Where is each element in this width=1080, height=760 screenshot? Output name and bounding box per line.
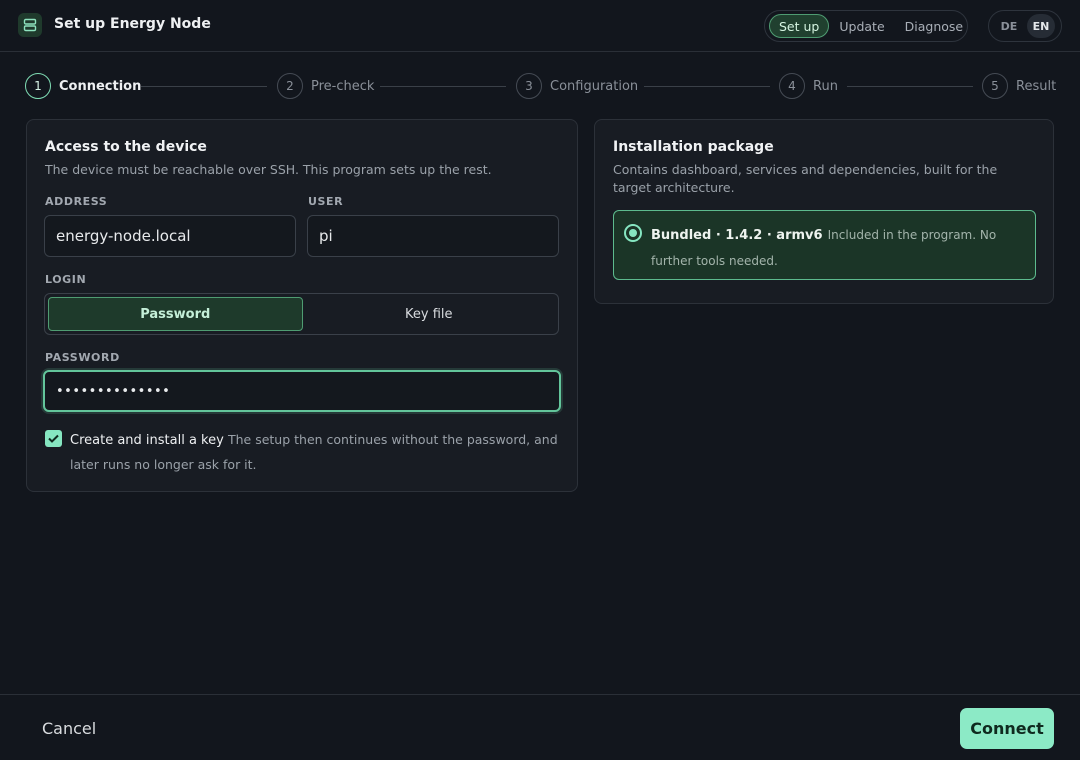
step-connection: 1 Connection <box>25 72 141 100</box>
language-switcher: DE EN <box>988 10 1062 42</box>
server-icon <box>18 13 42 37</box>
package-title: Installation package <box>613 139 774 155</box>
wizard-stepper: 1 Connection 2 Pre-check 3 Configuration… <box>25 72 1056 100</box>
login-keyfile-option[interactable]: Key file <box>303 297 556 331</box>
user-label: USER <box>308 195 344 208</box>
step-number: 3 <box>516 73 542 99</box>
mode-setup-button[interactable]: Set up <box>769 14 830 38</box>
step-label: Pre-check <box>311 78 375 94</box>
address-input[interactable]: energy-node.local <box>44 215 296 257</box>
package-option-text: Bundled · 1.4.2 · armv6 Included in the … <box>651 222 1021 273</box>
step-configuration: 3 Configuration <box>516 72 638 100</box>
package-name: Bundled · 1.4.2 · armv6 <box>651 228 823 243</box>
step-run: 4 Run <box>779 72 838 100</box>
install-key-label: Create and install a key The setup then … <box>70 428 560 478</box>
step-number: 2 <box>277 73 303 99</box>
step-number: 4 <box>779 73 805 99</box>
install-key-checkbox[interactable] <box>45 430 62 447</box>
lang-de-button[interactable]: DE <box>995 14 1023 38</box>
access-description: The device must be reachable over SSH. T… <box>45 162 492 177</box>
login-method-toggle: Password Key file <box>44 293 559 335</box>
wizard-footer: Cancel Connect <box>0 694 1080 760</box>
step-pre-check: 2 Pre-check <box>277 72 374 100</box>
login-password-option[interactable]: Password <box>48 297 303 331</box>
password-input[interactable]: •••••••••••••• <box>43 370 561 412</box>
access-title: Access to the device <box>45 139 207 155</box>
mode-switcher: Set up Update Diagnose <box>764 10 968 42</box>
login-label: LOGIN <box>45 273 87 286</box>
app-title: Set up Energy Node <box>54 16 211 32</box>
step-number: 1 <box>25 73 51 99</box>
app-header: Set up Energy Node Set up Update Diagnos… <box>0 0 1080 52</box>
access-card: Access to the device The device must be … <box>26 119 578 492</box>
lang-en-button[interactable]: EN <box>1027 14 1055 38</box>
step-connector <box>644 86 770 87</box>
step-label: Connection <box>59 78 142 94</box>
install-key-title: Create and install a key <box>70 433 224 448</box>
radio-dot <box>629 229 637 237</box>
step-label: Configuration <box>550 78 639 94</box>
step-label: Run <box>813 78 838 94</box>
step-label: Result <box>1016 78 1057 94</box>
step-connector <box>847 86 973 87</box>
mode-update-button[interactable]: Update <box>829 14 894 38</box>
step-result: 5 Result <box>982 72 1056 100</box>
package-radio[interactable] <box>624 224 642 242</box>
step-connector <box>380 86 506 87</box>
step-connector <box>141 86 267 87</box>
step-number: 5 <box>982 73 1008 99</box>
checkmark-icon <box>48 434 59 443</box>
cancel-button[interactable]: Cancel <box>42 719 96 738</box>
connect-button[interactable]: Connect <box>960 708 1054 749</box>
address-label: ADDRESS <box>45 195 108 208</box>
mode-diagnose-button[interactable]: Diagnose <box>895 14 973 38</box>
user-input[interactable]: pi <box>307 215 559 257</box>
package-card: Installation package Contains dashboard,… <box>594 119 1054 304</box>
password-label: PASSWORD <box>45 351 120 364</box>
package-option-bundled[interactable]: Bundled · 1.4.2 · armv6 Included in the … <box>613 210 1036 280</box>
package-description: Contains dashboard, services and depende… <box>613 162 998 195</box>
